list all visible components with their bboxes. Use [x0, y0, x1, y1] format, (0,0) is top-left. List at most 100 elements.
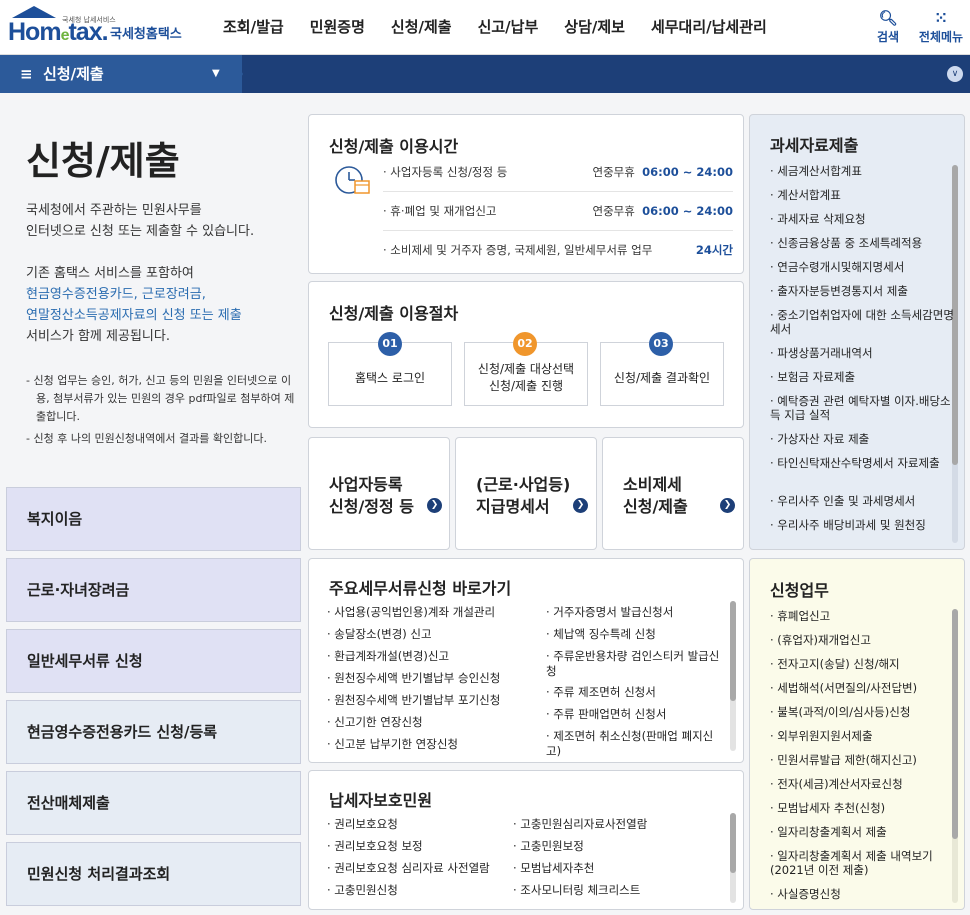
shortcut-link[interactable]: · 신고분 납부기한 연장신청	[327, 737, 458, 752]
shortcut-link[interactable]: · 원천징수세액 반기별납부 포기신청	[327, 693, 500, 708]
tile-business-registration[interactable]: 사업자등록 신청/정정 등 ❯	[308, 437, 450, 550]
hours-row: · 소비제세 및 거주자 증명, 국제세원, 일반세무서류 업무 24시간	[383, 243, 733, 257]
apply-link[interactable]: · 불복(과적/이의/심사등)신청	[770, 705, 958, 719]
chevron-right-icon: ❯	[720, 498, 735, 513]
shortcuts-title: 주요세무서류신청 바로가기	[329, 579, 512, 598]
shortcut-link[interactable]: · 신고기한 연장신청	[327, 715, 423, 730]
tile-consumption-tax[interactable]: 소비제세 신청/제출 ❯	[602, 437, 744, 550]
nav-consult[interactable]: 상담/제보	[551, 0, 638, 55]
tax-data-link[interactable]: · 신종금융상품 중 조세특례적용	[770, 236, 958, 250]
chevron-right-icon: ❯	[427, 498, 442, 513]
tax-data-link[interactable]: · 출자자분등변경통지서 제출	[770, 284, 958, 298]
nav-inquiry[interactable]: 조회/발급	[210, 0, 297, 55]
tax-data-link[interactable]: · 우리사주 인출 및 과세명세서	[770, 494, 958, 508]
caret-down-icon[interactable]: ▼	[212, 55, 220, 93]
logo-korean: 국세청홈택스	[110, 27, 182, 42]
apply-link[interactable]: · 민원서류발급 제한(해지신고)	[770, 753, 958, 767]
shortcut-link[interactable]: · 사업용(공익법인용)계좌 개설관리	[327, 605, 495, 620]
section-label[interactable]: ≡ 신청/제출	[20, 55, 104, 93]
menu-electronic-media[interactable]: 전산매체제출	[6, 771, 301, 835]
step-number-badge: 01	[378, 332, 402, 356]
protection-title: 납세자보호민원	[329, 791, 433, 810]
apply-link[interactable]: · 외부위원지원서제출	[770, 729, 958, 743]
chevron-right-icon: ❯	[573, 498, 588, 513]
tax-data-link[interactable]: · 파생상품거래내역서	[770, 346, 958, 360]
shortcut-link[interactable]: · 원천징수세액 반기별납부 승인신청	[327, 671, 500, 686]
apply-link[interactable]: · (휴업자)재개업신고	[770, 633, 958, 647]
tax-data-link[interactable]: · 보험금 자료제출	[770, 370, 958, 384]
protection-card: 납세자보호민원 · 권리보호요청 · 권리보호요청 보정 · 권리보호요청 심리…	[308, 770, 744, 910]
nav-report-pay[interactable]: 신고/납부	[465, 0, 552, 55]
nav-certificates[interactable]: 민원증명	[297, 0, 378, 55]
tax-data-link[interactable]: · 중소기업취업자에 대한 소득세감면명세서	[770, 308, 958, 336]
tax-data-link[interactable]: · 계산서합계표	[770, 188, 958, 202]
menu-welfare[interactable]: 복지이음	[6, 487, 301, 551]
menu-general-documents[interactable]: 일반세무서류 신청	[6, 629, 301, 693]
protection-link[interactable]: · 고충민원심리자료사전열람	[513, 817, 647, 832]
main-nav: 조회/발급 민원증명 신청/제출 신고/납부 상담/제보 세무대리/납세관리	[210, 0, 780, 55]
shortcuts-scrollbar[interactable]	[730, 601, 736, 751]
tax-data-link[interactable]: · 세금계산서합계표	[770, 164, 958, 178]
logo-wordmark: Hometax.	[8, 18, 109, 46]
apply-link[interactable]: · 사실증명신청	[770, 887, 958, 901]
nav-apply-submit[interactable]: 신청/제출	[378, 0, 465, 55]
apply-title: 신청업무	[770, 581, 829, 600]
shortcut-link[interactable]: · 주류 제조면허 신청서	[546, 685, 656, 700]
page-title: 신청/제출	[26, 139, 180, 183]
expand-toggle-icon[interactable]: ∨	[947, 66, 963, 82]
nav-agent[interactable]: 세무대리/납세관리	[638, 0, 780, 55]
tax-data-link[interactable]: · 가상자산 자료 제출	[770, 432, 958, 446]
protection-link[interactable]: · 모범납세자추천	[513, 861, 594, 876]
apply-link[interactable]: · 일자리창출계획서 제출	[770, 825, 958, 839]
section-arrow	[232, 55, 243, 93]
page-description: 국세청에서 주관하는 민원사무를 인터넷으로 신청 또는 제출할 수 있습니다.…	[26, 203, 255, 344]
apply-link[interactable]: · 일자리창출계획서 제출 내역보기(2021년 이전 제출)	[770, 849, 958, 877]
protection-link[interactable]: · 고충민원보정	[513, 839, 584, 854]
shortcut-link[interactable]: · 송달장소(변경) 신고	[327, 627, 432, 642]
tax-data-title: 과세자료제출	[770, 136, 859, 155]
shortcut-link[interactable]: · 체납액 징수특례 신청	[546, 627, 656, 642]
menu-earned-income-credit[interactable]: 근로·자녀장려금	[6, 558, 301, 622]
step-number-badge: 03	[649, 332, 673, 356]
apply-link[interactable]: · 모범납세자 추천(신청)	[770, 801, 958, 815]
search-button[interactable]: 🔍︎ 검색	[873, 8, 903, 45]
shortcut-link[interactable]: · 주류운반용차량 검인스티커 발급신청	[546, 649, 724, 679]
menu-petition-result[interactable]: 민원신청 처리결과조회	[6, 842, 301, 906]
procedure-title: 신청/제출 이용절차	[329, 304, 459, 323]
apply-link[interactable]: · 전자고지(송달) 신청/해지	[770, 657, 958, 671]
hometax-logo[interactable]: 국세청 납세서비스 Hometax. 국세청홈택스	[6, 6, 191, 48]
step-number-badge: 02	[513, 332, 537, 356]
hours-row: · 사업자등록 신청/정정 등 연중무휴 06:00 ~ 24:00	[383, 153, 733, 192]
tax-data-link[interactable]: · 과세자료 삭제요청	[770, 212, 958, 226]
protection-link[interactable]: · 고충민원신청	[327, 883, 398, 898]
protection-link[interactable]: · 권리보호요청	[327, 817, 398, 832]
shortcut-link[interactable]: · 거주자증명서 발급신청서	[546, 605, 673, 620]
usage-notes: - 신청 업무는 승인, 허가, 신고 등의 민원을 인터넷으로 이용, 첨부서…	[26, 374, 295, 445]
tile-payment-statement[interactable]: (근로·사업등) 지급명세서 ❯	[455, 437, 597, 550]
menu-cash-receipt-card[interactable]: 현금영수증전용카드 신청/등록	[6, 700, 301, 764]
apply-link[interactable]: · 세법해석(서면질의/사전답변)	[770, 681, 958, 695]
hours-row: · 휴·폐업 및 재개업신고 연중무휴 06:00 ~ 24:00	[383, 192, 733, 231]
tax-data-link[interactable]: · 예탁증권 관련 예탁자별 이자.배당소득 지급 실적	[770, 394, 958, 422]
hamburger-icon: ≡	[20, 65, 33, 83]
tax-data-link[interactable]: · 연금수령개시및해지명세서	[770, 260, 958, 274]
all-menu-button[interactable]: ⁙ 전체메뉴	[915, 8, 967, 45]
shortcut-link[interactable]: · 제조면허 취소신청(판매업 폐지신고)	[546, 729, 724, 759]
clock-calendar-icon	[335, 166, 370, 194]
apply-link[interactable]: · 전자(세금)계산서자료신청	[770, 777, 958, 791]
section-bar: ≡ 신청/제출 ▼ ∨	[0, 55, 970, 93]
shortcut-link[interactable]: · 환급계좌개설(변경)신고	[327, 649, 449, 664]
shortcut-link[interactable]: · 주류 판매업면허 신청서	[546, 707, 666, 722]
house-roof-icon	[12, 6, 56, 18]
shortcuts-card: 주요세무서류신청 바로가기 · 사업용(공익법인용)계좌 개설관리 · 송달장소…	[308, 558, 744, 763]
search-icon: 🔍︎	[878, 9, 898, 27]
grid-icon: ⁙	[934, 9, 948, 27]
apply-link[interactable]: · 휴폐업신고	[770, 609, 958, 623]
tax-data-link[interactable]: · 타인신탁재산수탁명세서 자료제출	[770, 456, 958, 470]
protection-link[interactable]: · 권리보호요청 보정	[327, 839, 423, 854]
protection-link[interactable]: · 권리보호요청 심리자료 사전열람	[327, 861, 490, 876]
top-header: 국세청 납세서비스 Hometax. 국세청홈택스 조회/발급 민원증명 신청/…	[0, 0, 970, 55]
protection-scrollbar[interactable]	[730, 813, 736, 903]
tax-data-link[interactable]: · 우리사주 배당비과세 및 원천징	[770, 518, 958, 538]
protection-link[interactable]: · 조사모니터링 체크리스트	[513, 883, 640, 898]
